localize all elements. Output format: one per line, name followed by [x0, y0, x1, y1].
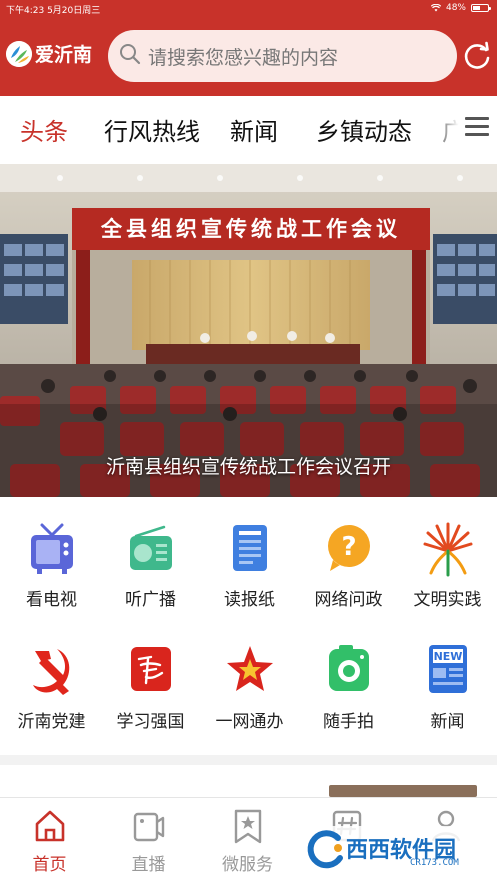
civilization-icon [423, 521, 473, 577]
grid-label: 一网通办 [215, 712, 284, 732]
banner-image: 全县组织宣传统战工作会议 [0, 164, 497, 497]
battery-percent: 48% [445, 3, 466, 13]
battery-icon [471, 4, 491, 12]
camera-icon [324, 643, 374, 699]
search-icon [118, 42, 142, 70]
banner-caption: 沂南县组织宣传统战工作会议召开 [105, 456, 391, 478]
battery-fill [473, 6, 480, 10]
grid-label: 沂南党建 [17, 712, 86, 732]
news-thumbnail[interactable] [329, 785, 477, 797]
refresh-icon[interactable] [462, 41, 492, 71]
grid-item-one-stop[interactable]: 一网通办 [200, 643, 299, 753]
nav-home[interactable]: 首页 [0, 806, 99, 876]
grid-label: 新闻 [430, 712, 465, 732]
nav-micro-service[interactable]: 微服务 [198, 806, 297, 876]
news-icon: NEW [423, 643, 473, 699]
app-logo[interactable]: 爱沂南 [6, 40, 92, 67]
watermark-logo-icon [307, 830, 343, 869]
nav-label: 直播 [131, 855, 166, 875]
grid-label: 读报纸 [224, 590, 275, 610]
tab-news[interactable]: 新闻 [230, 112, 278, 147]
grid-label: 学习强国 [116, 712, 185, 732]
status-bar: 下午4:23 5月20日周三 48% [0, 0, 497, 18]
category-tabs: 头条 行风热线 新闻 乡镇动态 广 [0, 96, 497, 164]
app-header: 下午4:23 5月20日周三 48% 爱沂南 请搜索您感兴趣的内容 [0, 0, 497, 96]
search-placeholder: 请搜索您感兴趣的内容 [148, 46, 339, 69]
section-divider [0, 755, 497, 765]
grid-label: 听广播 [125, 590, 176, 610]
radio-icon [126, 521, 176, 577]
grid-item-xuexi[interactable]: 学习强国 [101, 643, 200, 753]
wifi-icon [430, 4, 441, 12]
grid-item-radio[interactable]: 听广播 [101, 521, 200, 631]
video-icon [132, 808, 166, 844]
menu-icon[interactable] [465, 116, 489, 138]
grid-label: 随手拍 [323, 712, 374, 732]
grid-item-newspaper[interactable]: 读报纸 [200, 521, 299, 631]
question-icon: ? [324, 521, 374, 577]
grid-label: 文明实践 [413, 590, 482, 610]
grid-item-snapshot[interactable]: 随手拍 [299, 643, 398, 753]
party-emblem-icon [27, 643, 77, 699]
nav-live[interactable]: 直播 [99, 806, 198, 876]
grid-item-news[interactable]: NEW 新闻 [398, 643, 497, 753]
bookmark-star-icon [231, 808, 265, 844]
home-icon [33, 808, 67, 844]
watermark-url: CR173.COM [410, 858, 459, 868]
grid-label: 看电视 [26, 590, 77, 610]
search-bar[interactable]: 请搜索您感兴趣的内容 [108, 30, 457, 82]
tab-hotline[interactable]: 行风热线 [104, 112, 200, 147]
tab-headlines[interactable]: 头条 [20, 112, 68, 147]
status-time-date: 下午4:23 5月20日周三 [6, 6, 101, 16]
banner-slogan: 全县组织宣传统战工作会议 [100, 217, 401, 241]
feature-grid: 看电视 听广播 读报纸 ? 网络问政 文明实践 沂南党建 学习强国 一网通办 随… [0, 497, 497, 755]
tv-icon [27, 521, 77, 577]
grid-item-ask[interactable]: ? 网络问政 [299, 521, 398, 631]
star-icon [224, 643, 275, 699]
grid-item-civilization[interactable]: 文明实践 [398, 521, 497, 631]
nav-label: 微服务 [222, 855, 273, 875]
newspaper-icon [225, 521, 275, 577]
news-badge: NEW [433, 650, 462, 663]
grid-label: 网络问政 [314, 590, 383, 610]
svg-text:?: ? [341, 532, 356, 562]
aiyinan-logo-icon [6, 40, 32, 67]
nav-label: 首页 [32, 855, 67, 875]
grid-item-tv[interactable]: 看电视 [2, 521, 101, 631]
grid-item-party[interactable]: 沂南党建 [2, 643, 101, 753]
xuexi-icon [126, 643, 176, 699]
app-name: 爱沂南 [35, 44, 93, 66]
watermark-overlay: 西西软件园 CR173.COM [298, 826, 482, 874]
tab-township[interactable]: 乡镇动态 [316, 112, 412, 147]
status-right: 48% [430, 3, 491, 13]
banner-carousel[interactable]: 全县组织宣传统战工作会议 沂南县组织宣传统战工作会议召开 [0, 164, 497, 497]
